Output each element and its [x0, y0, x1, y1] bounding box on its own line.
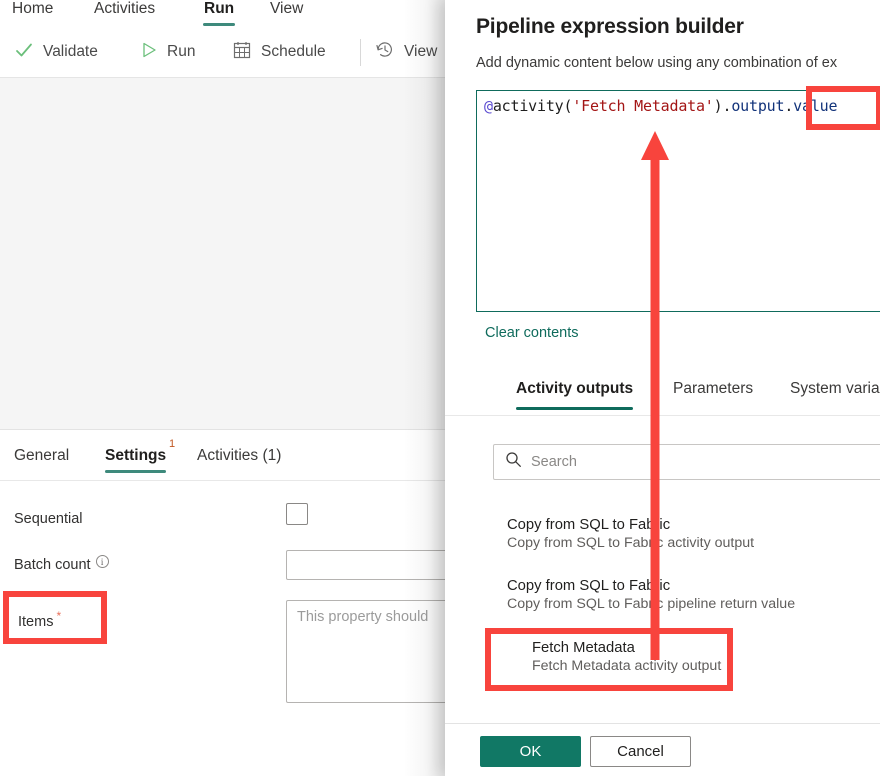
output-title: Copy from SQL to Fabric	[507, 578, 671, 594]
tab-general-label: General	[14, 447, 70, 464]
tab-parameters-label: Parameters	[673, 380, 754, 397]
activity-properties-pane: General Settings 1 Activities (1) Sequen…	[0, 431, 445, 776]
items-label: Items *	[18, 609, 61, 630]
output-description: Copy from SQL to Fabric pipeline return …	[507, 596, 796, 612]
tab-parameters[interactable]: Parameters	[673, 380, 753, 398]
list-item[interactable]: Copy from SQL to Fabric Copy from SQL to…	[507, 578, 795, 612]
tab-activities[interactable]: Activities (1)	[197, 447, 281, 465]
items-textarea[interactable]: This property should	[286, 600, 445, 703]
batch-count-label-text: Batch count	[14, 557, 91, 573]
expr-token-dot-1: .	[722, 97, 732, 115]
tab-activities-label: Activities (1)	[197, 447, 282, 464]
tab-system-variables-label: System varia	[790, 380, 880, 397]
info-icon[interactable]: i	[95, 555, 109, 568]
expr-token-function: activity	[492, 97, 564, 115]
properties-tab-strip: General Settings 1 Activities (1)	[0, 438, 445, 481]
dialog-title: Pipeline expression builder	[476, 15, 744, 38]
tab-settings-label: Settings	[105, 447, 167, 464]
ribbon-tab-activities-label: Activities	[94, 0, 156, 17]
schedule-button[interactable]: Schedule	[232, 38, 326, 66]
play-icon	[140, 41, 158, 64]
tab-system-variables[interactable]: System varia	[790, 380, 880, 398]
ribbon-tab-run[interactable]: Run	[202, 0, 236, 26]
schedule-label: Schedule	[261, 43, 326, 60]
sequential-label-text: Sequential	[14, 511, 83, 527]
dialog-subtitle: Add dynamic content below using any comb…	[476, 55, 838, 71]
dialog-footer: OK Cancel	[445, 723, 880, 776]
search-placeholder: Search	[531, 454, 577, 470]
batch-count-input[interactable]	[286, 550, 445, 580]
ribbon-tab-view-label: View	[270, 0, 304, 17]
ribbon-separator	[360, 39, 361, 66]
tab-settings-badge: 1	[169, 438, 176, 450]
expr-token-dot-2: .	[784, 97, 794, 115]
output-description: Copy from SQL to Fabric activity output	[507, 535, 755, 551]
expr-token-output: output	[731, 97, 785, 115]
checkmark-icon	[14, 40, 34, 65]
tab-settings-underline	[105, 470, 167, 473]
tab-activity-outputs-label: Activity outputs	[516, 380, 634, 397]
tab-general[interactable]: General	[14, 447, 69, 465]
validate-label: Validate	[43, 43, 98, 60]
ribbon-tab-home[interactable]: Home	[10, 0, 55, 24]
pipeline-canvas[interactable]	[0, 78, 445, 430]
annotated-fetch-metadata-item[interactable]: Fetch Metadata Fetch Metadata activity o…	[532, 640, 721, 674]
view-run-history-button[interactable]: View	[375, 38, 437, 66]
expr-token-at: @	[484, 97, 493, 115]
search-icon	[505, 451, 522, 473]
cancel-button[interactable]: Cancel	[590, 736, 691, 767]
screenshot-root: Home Activities Run View Validate Run Sc…	[0, 0, 880, 776]
output-description: Fetch Metadata activity output	[532, 658, 722, 674]
tab-settings[interactable]: Settings 1	[105, 438, 175, 473]
output-title: Copy from SQL to Fabric	[507, 517, 671, 533]
ribbon-tab-run-label: Run	[204, 0, 235, 17]
items-placeholder-text: This property should	[297, 609, 429, 625]
expression-text: @activity('Fetch Metadata').output.value	[484, 97, 838, 115]
batch-count-label: Batch count i	[14, 555, 109, 573]
expression-editor[interactable]: @activity('Fetch Metadata').output.value	[476, 90, 880, 312]
view-label: View	[404, 43, 438, 60]
tab-activity-outputs-underline	[516, 407, 634, 410]
run-label: Run	[167, 43, 196, 60]
clear-contents-link[interactable]: Clear contents	[485, 325, 579, 341]
calendar-icon	[232, 40, 252, 65]
ok-button[interactable]: OK	[480, 736, 581, 767]
sequential-checkbox[interactable]	[286, 503, 308, 525]
validate-button[interactable]: Validate	[14, 38, 98, 66]
expr-token-string: 'Fetch Metadata'	[572, 97, 714, 115]
items-label-text: Items	[18, 613, 54, 630]
run-button[interactable]: Run	[140, 38, 195, 66]
ribbon-tab-strip: Home Activities Run View	[0, 0, 445, 26]
ribbon-tab-activities[interactable]: Activities	[92, 0, 157, 24]
output-title: Fetch Metadata	[532, 640, 635, 656]
expr-token-value: value	[793, 97, 838, 115]
list-item[interactable]: Copy from SQL to Fabric Copy from SQL to…	[507, 517, 754, 551]
sequential-label: Sequential	[14, 511, 83, 527]
tab-activity-outputs[interactable]: Activity outputs	[516, 380, 634, 410]
dialog-tab-strip: Activity outputs Parameters System varia	[445, 380, 880, 416]
history-icon	[375, 40, 395, 65]
ribbon-command-bar: Validate Run Schedule View	[0, 26, 445, 78]
pipeline-editor-background: Home Activities Run View Validate Run Sc…	[0, 0, 445, 776]
ribbon-tab-home-label: Home	[12, 0, 54, 17]
required-marker: *	[56, 609, 62, 623]
ribbon-tab-view[interactable]: View	[268, 0, 305, 24]
search-input[interactable]: Search	[493, 444, 880, 480]
